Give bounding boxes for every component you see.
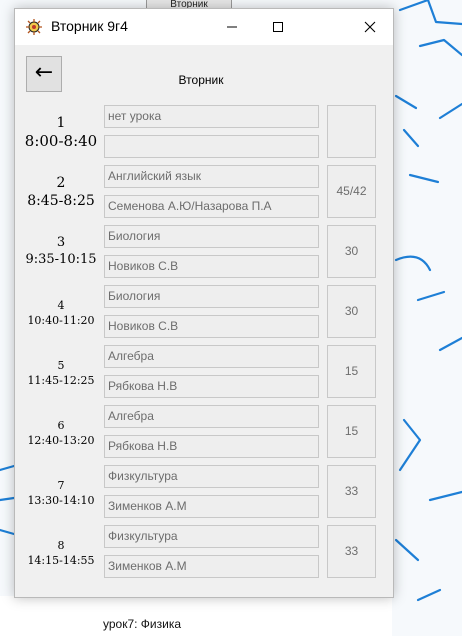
teacher-field[interactable]: Зименков А.М (104, 495, 319, 518)
window-title: Вторник 9г4 (51, 18, 128, 34)
lesson-time: 12:40-13:20 (27, 434, 95, 447)
room-field[interactable]: 15 (327, 405, 376, 458)
lesson-number: 4 (57, 299, 65, 312)
title-bar[interactable]: Вторник 9г4 (15, 9, 393, 45)
lesson-row: 2 8:45-8:25 Английский язык Семенова А.Ю… (15, 165, 393, 221)
close-icon (364, 21, 376, 33)
lesson-number: 2 (56, 175, 66, 191)
teacher-field[interactable]: Рябкова Н.В (104, 435, 319, 458)
subject-field[interactable]: нет урока (104, 105, 319, 128)
lesson-time: 9:35-10:15 (25, 252, 97, 267)
teacher-field[interactable]: Новиков С.В (104, 315, 319, 338)
room-field[interactable]: 45/42 (327, 165, 376, 218)
lesson-row: 4 10:40-11:20 Биология Новиков С.В 30 (15, 285, 393, 341)
lesson-row: 7 13:30-14:10 Физкультура Зименков А.М 3… (15, 465, 393, 521)
lesson-row: 3 9:35-10:15 Биология Новиков С.В 30 (15, 225, 393, 281)
subject-field[interactable]: Физкультура (104, 465, 319, 488)
lesson-row: 5 11:45-12:25 Алгебра Рябкова Н.В 15 (15, 345, 393, 401)
lesson-time: 8:45-8:25 (27, 193, 95, 209)
day-label: Вторник (178, 73, 224, 87)
lesson-number-time: 7 13:30-14:10 (15, 478, 107, 508)
schedule-window: Вторник 9г4 ← Вторник 1 8:00-8:40 нет ур… (14, 8, 394, 598)
lesson-number-time: 2 8:45-8:25 (15, 175, 107, 211)
lesson-time: 13:30-14:10 (27, 494, 95, 507)
lesson-row: 8 14:15-14:55 Физкультура Зименков А.М 3… (15, 525, 393, 581)
maximize-button[interactable] (255, 9, 301, 45)
subject-field[interactable]: Физкультура (104, 525, 319, 548)
lesson-row: 1 8:00-8:40 нет урока (15, 105, 393, 161)
minimize-icon (227, 26, 237, 28)
minimize-button[interactable] (209, 9, 255, 45)
close-button[interactable] (347, 9, 393, 45)
lesson-number: 5 (57, 359, 65, 372)
lesson-number: 1 (56, 115, 66, 131)
room-field[interactable]: 33 (327, 525, 376, 578)
lesson-time: 14:15-14:55 (27, 554, 95, 567)
subject-field[interactable]: Биология (104, 285, 319, 308)
room-field[interactable]: 33 (327, 465, 376, 518)
subject-field[interactable]: Алгебра (104, 405, 319, 428)
app-icon (26, 19, 42, 35)
lesson-number-time: 5 11:45-12:25 (15, 358, 107, 388)
background-panel (0, 596, 392, 636)
maximize-icon (273, 22, 283, 32)
teacher-field[interactable] (104, 135, 319, 158)
subject-field[interactable]: Английский язык (104, 165, 319, 188)
room-field[interactable]: 15 (327, 345, 376, 398)
teacher-field[interactable]: Семенова А.Ю/Назарова П.А (104, 195, 319, 218)
background-lesson-text: урок7: Физика (103, 617, 182, 631)
room-field[interactable] (327, 105, 376, 158)
subject-field[interactable]: Биология (104, 225, 319, 248)
lesson-number-time: 8 14:15-14:55 (15, 538, 107, 568)
back-button[interactable]: ← (26, 56, 62, 92)
room-field[interactable]: 30 (327, 285, 376, 338)
lesson-number: 6 (57, 419, 65, 432)
lesson-time: 11:45-12:25 (27, 374, 95, 387)
teacher-field[interactable]: Рябкова Н.В (104, 375, 319, 398)
lesson-number-time: 3 9:35-10:15 (15, 235, 107, 268)
lesson-number: 3 (56, 235, 66, 250)
subject-field[interactable]: Алгебра (104, 345, 319, 368)
lesson-time: 10:40-11:20 (27, 314, 95, 327)
lesson-number-time: 4 10:40-11:20 (15, 298, 107, 328)
teacher-field[interactable]: Зименков А.М (104, 555, 319, 578)
lesson-number: 8 (57, 539, 65, 552)
room-field[interactable]: 30 (327, 225, 376, 278)
lesson-number-time: 6 12:40-13:20 (15, 418, 107, 448)
lesson-number-time: 1 8:00-8:40 (15, 115, 107, 151)
lesson-time: 8:00-8:40 (24, 132, 98, 150)
lesson-row: 6 12:40-13:20 Алгебра Рябкова Н.В 15 (15, 405, 393, 461)
lesson-number: 7 (57, 479, 65, 492)
teacher-field[interactable]: Новиков С.В (104, 255, 319, 278)
